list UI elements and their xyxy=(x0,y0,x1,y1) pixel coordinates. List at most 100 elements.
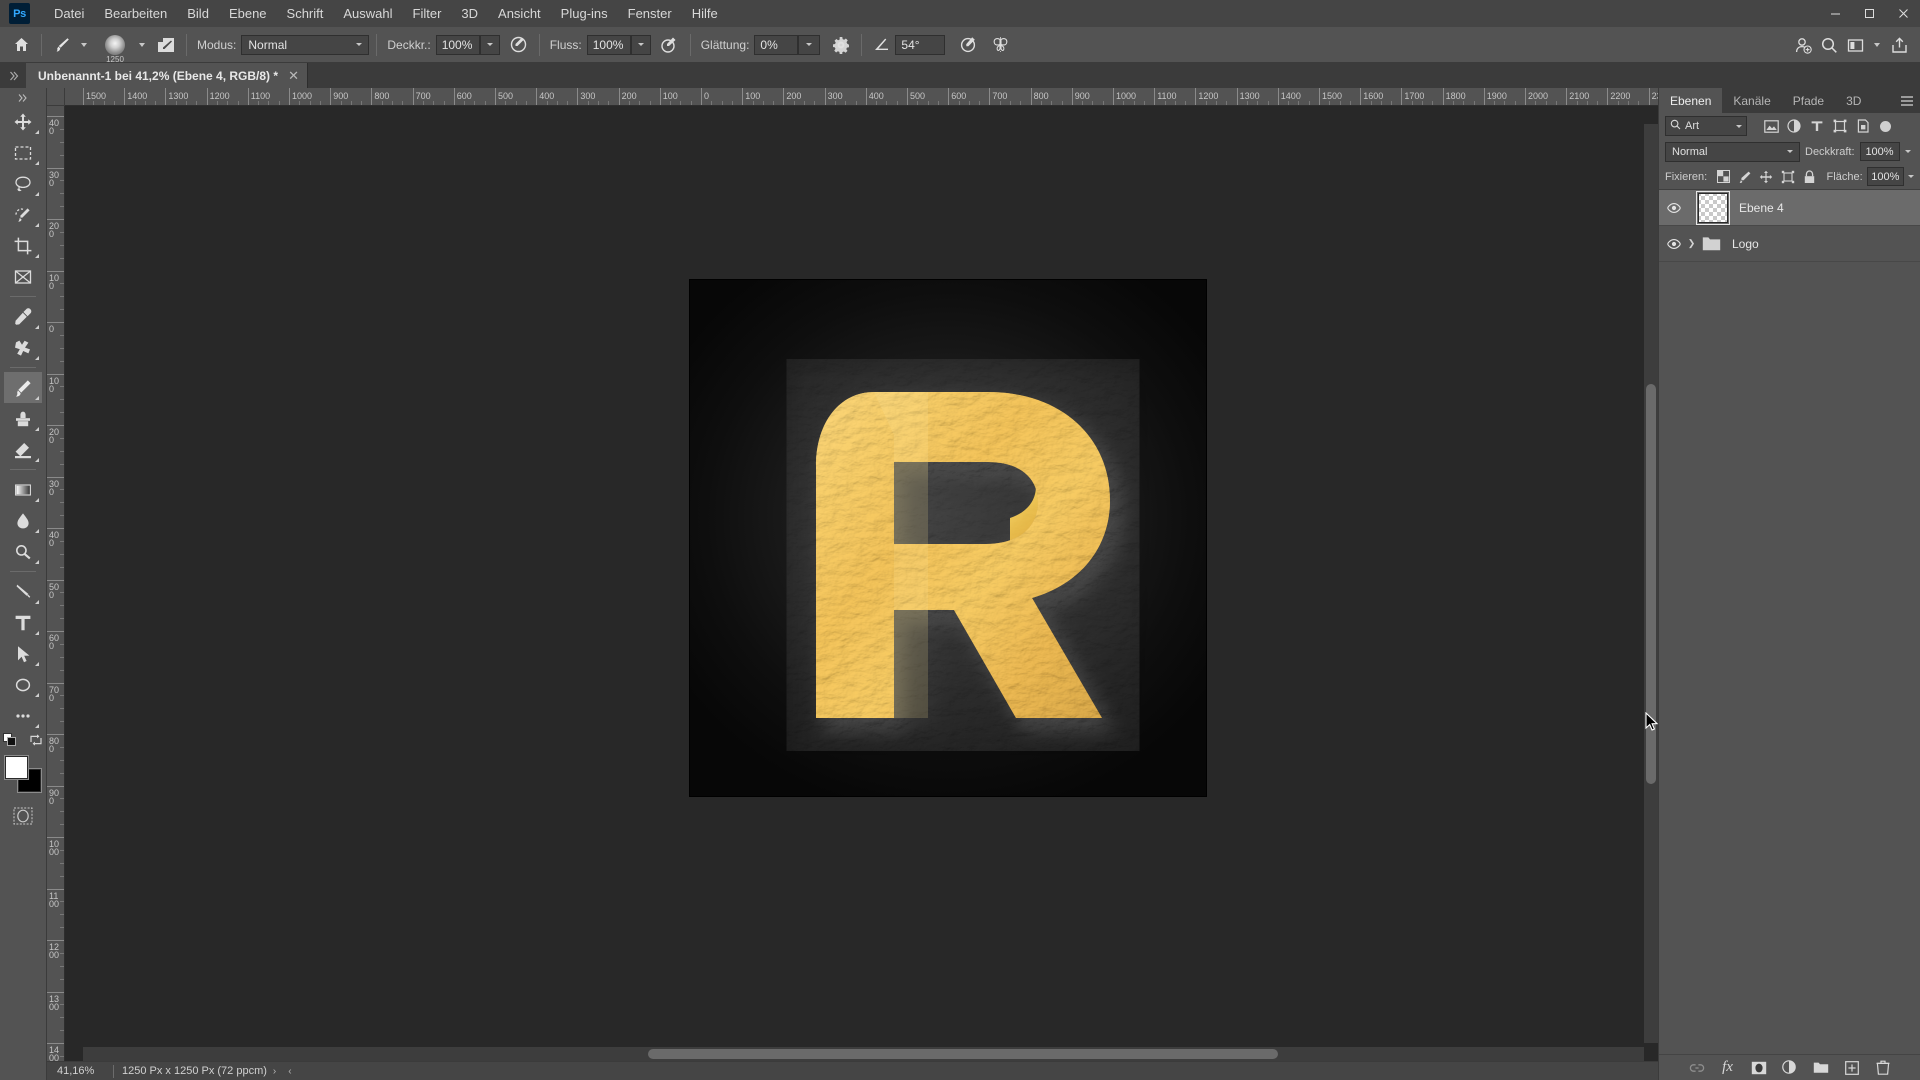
tab-3d[interactable]: 3D xyxy=(1835,88,1872,113)
delete-layer-icon[interactable] xyxy=(1874,1059,1892,1077)
status-expand-arrow[interactable]: › xyxy=(273,1066,276,1077)
menu-schrift[interactable]: Schrift xyxy=(277,3,334,25)
horizontal-scrollbar[interactable] xyxy=(83,1047,1644,1061)
rectangular-marquee-tool[interactable] xyxy=(4,137,42,168)
group-expand-chevron-icon[interactable]: ❯ xyxy=(1685,238,1698,249)
brush-preset-icon[interactable] xyxy=(49,32,75,58)
smoothing-slider-dropdown[interactable] xyxy=(798,34,821,55)
filter-kind-dropdown[interactable]: Art xyxy=(1665,116,1747,136)
menu-bild[interactable]: Bild xyxy=(177,3,219,25)
menu-ansicht[interactable]: Ansicht xyxy=(488,3,551,25)
eraser-tool[interactable] xyxy=(4,434,42,465)
flow-slider-dropdown[interactable] xyxy=(630,34,651,55)
close-button[interactable] xyxy=(1886,0,1920,27)
document-tab[interactable]: Unbenannt-1 bei 41,2% (Ebene 4, RGB/8) *… xyxy=(26,63,308,88)
spot-healing-brush-tool[interactable] xyxy=(4,332,42,363)
layer-row[interactable]: ❯ Logo xyxy=(1659,226,1920,262)
crop-tool[interactable] xyxy=(4,230,42,261)
blend-mode-dropdown[interactable]: Normal xyxy=(241,34,370,55)
path-selection-tool[interactable] xyxy=(4,638,42,669)
fill-chevron-down-icon[interactable] xyxy=(1907,175,1914,178)
pixel-layer-filter-icon[interactable] xyxy=(1761,116,1781,136)
airbrush-icon[interactable] xyxy=(657,32,683,58)
zoom-level[interactable]: 41,16% xyxy=(47,1065,105,1077)
smart-object-filter-icon[interactable] xyxy=(1853,116,1873,136)
pressure-opacity-icon[interactable] xyxy=(506,32,532,58)
opacity-slider-dropdown[interactable] xyxy=(479,34,500,55)
eyedropper-tool[interactable] xyxy=(4,301,42,332)
brush-tip-preview[interactable]: 1250 xyxy=(97,30,133,64)
add-layer-mask-icon[interactable] xyxy=(1750,1059,1768,1077)
horizontal-ruler[interactable]: 1500 1400 1300 1200 1100 1000 900 800 700 600 500 4… xyxy=(65,88,1658,106)
share-icon[interactable] xyxy=(1886,32,1912,58)
flow-input[interactable]: 100% xyxy=(586,34,631,55)
menu-fenster[interactable]: Fenster xyxy=(618,3,682,25)
angle-input[interactable]: 54° xyxy=(895,34,946,55)
tab-pfade[interactable]: Pfade xyxy=(1782,88,1835,113)
vertical-scrollbar[interactable] xyxy=(1644,124,1658,1043)
frame-tool[interactable] xyxy=(4,261,42,292)
artboard[interactable] xyxy=(690,280,1206,796)
tab-ebenen[interactable]: Ebenen xyxy=(1659,88,1723,113)
brush-settings-panel-icon[interactable] xyxy=(153,32,179,58)
brush-tool[interactable] xyxy=(4,372,42,403)
menu-hilfe[interactable]: Hilfe xyxy=(682,3,728,25)
layer-blend-mode-dropdown[interactable]: Normal xyxy=(1665,141,1800,162)
gradient-tool[interactable] xyxy=(4,474,42,505)
lock-artboard-nesting-icon[interactable] xyxy=(1779,167,1797,186)
lock-all-icon[interactable] xyxy=(1801,167,1819,186)
default-colors-icon[interactable] xyxy=(3,733,17,750)
canvas-area[interactable] xyxy=(65,106,1658,1061)
symmetry-butterfly-icon[interactable] xyxy=(987,32,1013,58)
panel-menu-icon[interactable] xyxy=(1900,88,1914,113)
new-adjustment-layer-icon[interactable] xyxy=(1781,1059,1799,1077)
new-layer-icon[interactable] xyxy=(1843,1059,1861,1077)
clone-stamp-tool[interactable] xyxy=(4,403,42,434)
new-group-icon[interactable] xyxy=(1812,1059,1830,1077)
layer-visibility-eye-icon[interactable] xyxy=(1663,229,1685,259)
edit-toolbar-ellipsis[interactable] xyxy=(4,700,42,731)
minimize-button[interactable] xyxy=(1818,0,1852,27)
toolbar-collapse-arrows[interactable] xyxy=(4,90,42,106)
ruler-corner[interactable] xyxy=(47,88,65,106)
workspace-caret-icon[interactable] xyxy=(1874,43,1880,47)
add-user-icon[interactable] xyxy=(1790,32,1816,58)
pressure-size-icon[interactable] xyxy=(955,32,981,58)
move-tool[interactable] xyxy=(4,106,42,137)
lock-transparent-pixels-icon[interactable] xyxy=(1714,167,1732,186)
menu-auswahl[interactable]: Auswahl xyxy=(333,3,402,25)
opacity-chevron-down-icon[interactable] xyxy=(1904,150,1911,153)
type-layer-filter-icon[interactable] xyxy=(1807,116,1827,136)
foreground-color-swatch[interactable] xyxy=(5,756,28,779)
tab-kan-le[interactable]: Kanäle xyxy=(1722,88,1781,113)
vertical-ruler[interactable]: 400 300 200 100 0 100 200 300 400 500 600 700 800 900… xyxy=(47,106,65,1061)
menu-plug-ins[interactable]: Plug-ins xyxy=(551,3,618,25)
layer-row[interactable]: Ebene 4 xyxy=(1659,190,1920,226)
menu-filter[interactable]: Filter xyxy=(403,3,452,25)
blur-tool[interactable] xyxy=(4,505,42,536)
filter-enable-toggle[interactable] xyxy=(1880,120,1891,132)
brush-preset-caret-icon[interactable] xyxy=(81,42,87,47)
menu-ebene[interactable]: Ebene xyxy=(219,3,277,25)
ellipse-tool[interactable] xyxy=(4,669,42,700)
brush-settings-caret-icon[interactable] xyxy=(139,42,145,47)
search-icon[interactable] xyxy=(1816,32,1842,58)
opacity-input[interactable]: 100% xyxy=(435,34,480,55)
layer-opacity-value[interactable]: 100% xyxy=(1859,142,1900,161)
angle-icon[interactable] xyxy=(869,32,895,58)
vertical-scrollbar-thumb[interactable] xyxy=(1646,384,1656,784)
smoothing-input[interactable]: 0% xyxy=(754,34,799,55)
menu-bearbeiten[interactable]: Bearbeiten xyxy=(94,3,177,25)
shape-layer-filter-icon[interactable] xyxy=(1830,116,1850,136)
lasso-tool[interactable] xyxy=(4,168,42,199)
layer-style-fx-icon[interactable]: fx xyxy=(1719,1059,1737,1077)
tab-bar-grip[interactable] xyxy=(0,63,26,88)
horizontal-scrollbar-thumb[interactable] xyxy=(648,1049,1278,1059)
layer-thumbnail[interactable] xyxy=(1696,190,1730,225)
horizontal-type-tool[interactable] xyxy=(4,607,42,638)
lock-image-pixels-icon[interactable] xyxy=(1736,167,1754,186)
close-icon[interactable]: ✕ xyxy=(288,68,299,84)
adjustment-layer-filter-icon[interactable] xyxy=(1784,116,1804,136)
status-collapse-arrow[interactable]: ‹ xyxy=(288,1066,291,1077)
swap-colors-icon[interactable] xyxy=(29,733,43,750)
